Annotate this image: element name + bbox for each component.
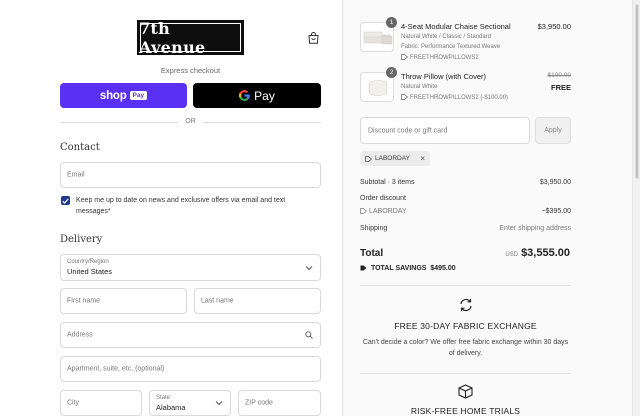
shop-pay-badge: Pay — [129, 91, 148, 100]
perk-home-trials: RISK-FREE HOME TRIALS — [360, 383, 571, 416]
item-name: 4-Seat Modular Chaise Sectional — [401, 22, 511, 31]
subtotal-row: Subtotal · 3 items $3,950.00 — [360, 179, 571, 186]
google-g-icon — [239, 90, 250, 101]
perk-title: FREE 30-DAY FABRIC EXCHANGE — [394, 321, 537, 331]
checkout-form-panel: 7th Avenue Express checkout shop Pay Pay… — [0, 0, 342, 416]
order-discount-row: Order discount — [360, 195, 406, 202]
total-savings: TOTAL SAVINGS $495.00 — [360, 265, 456, 272]
state-select[interactable]: State Alabama — [149, 390, 231, 416]
search-icon — [305, 331, 313, 339]
newsletter-label: Keep me up to date on news and exclusive… — [76, 197, 286, 215]
delivery-heading: Delivery — [60, 234, 103, 245]
scrollbar-thumb[interactable] — [635, 4, 639, 179]
discount-code-input[interactable]: Discount code or gift card — [360, 117, 530, 144]
shipping-row: Shipping Enter shipping address — [360, 225, 571, 232]
tag-icon — [365, 155, 372, 162]
shop-pay-button[interactable]: shop Pay — [60, 83, 187, 108]
country-select[interactable]: Country/Region United States — [60, 254, 321, 281]
item-variant: Natural White — [401, 84, 438, 90]
first-name-field[interactable]: First name — [60, 288, 187, 314]
google-pay-button[interactable]: Pay — [193, 83, 321, 108]
quantity-badge: 1 — [386, 17, 397, 28]
remove-discount-icon[interactable]: × — [420, 154, 425, 163]
express-checkout-label: Express checkout — [160, 66, 221, 75]
chevron-down-icon — [305, 265, 313, 270]
tag-icon — [360, 208, 367, 214]
zip-field[interactable]: ZIP code — [238, 390, 321, 416]
applied-discount-chip: LABORDAY × — [360, 151, 430, 166]
page-scrollbar[interactable] — [632, 0, 640, 416]
city-field[interactable]: City — [60, 390, 142, 416]
quantity-badge: 2 — [386, 67, 397, 78]
apply-discount-button[interactable]: Apply — [535, 117, 571, 144]
total-label: Total — [360, 248, 384, 259]
item-variant: Natural White / Classic / Standard — [401, 34, 492, 40]
total-value: USD $3,555.00 — [505, 247, 570, 259]
item-original-price: $100.00 — [547, 72, 572, 79]
item-price: $3,950.00 — [537, 22, 571, 31]
discount-code-row: LABORDAY −$395.00 — [360, 208, 571, 215]
summary-divider — [360, 373, 571, 374]
shop-pay-wordmark: shop — [99, 89, 127, 102]
contact-heading: Contact — [60, 142, 100, 153]
newsletter-checkbox[interactable] — [61, 196, 70, 205]
item-name: Throw Pillow (with Cover) — [401, 72, 487, 81]
email-field[interactable]: Email — [60, 162, 321, 188]
last-name-field[interactable]: Last name — [194, 288, 321, 314]
perk-fabric-exchange: FREE 30-DAY FABRIC EXCHANGE Can't decide… — [360, 297, 571, 359]
or-divider: OR — [60, 118, 321, 126]
apartment-field[interactable]: Apartment, suite, etc. (optional) — [60, 356, 321, 382]
brand-logo[interactable]: 7th Avenue — [137, 19, 244, 57]
tag-icon — [360, 265, 367, 271]
summary-divider — [360, 285, 571, 286]
item-fabric: Fabric: Performance Textured Weave — [401, 44, 501, 50]
tag-icon — [401, 94, 408, 100]
tag-icon — [401, 54, 408, 60]
checkmark-icon — [62, 197, 69, 204]
perk-title: RISK-FREE HOME TRIALS — [410, 406, 521, 416]
box-icon — [458, 384, 473, 399]
chevron-down-icon — [215, 401, 223, 406]
exchange-icon — [459, 298, 472, 312]
perk-description: Can't decide a color? We offer free fabr… — [362, 339, 569, 357]
item-discount-tag: FREETHROWPILLOWS2 (-$100.00) — [401, 94, 508, 101]
cart-item: 1 4-Seat Modular Chaise Sectional Natura… — [360, 17, 571, 64]
cart-item: 2 Throw Pillow (with Cover) Natural Whit… — [360, 67, 572, 106]
item-discount-tag: FREETHROWPILLOWS2 — [401, 54, 479, 61]
item-price: FREE — [550, 83, 571, 92]
google-pay-label: Pay — [254, 88, 275, 103]
address-field[interactable]: Address — [60, 322, 321, 348]
shopping-bag-icon[interactable] — [308, 32, 319, 44]
